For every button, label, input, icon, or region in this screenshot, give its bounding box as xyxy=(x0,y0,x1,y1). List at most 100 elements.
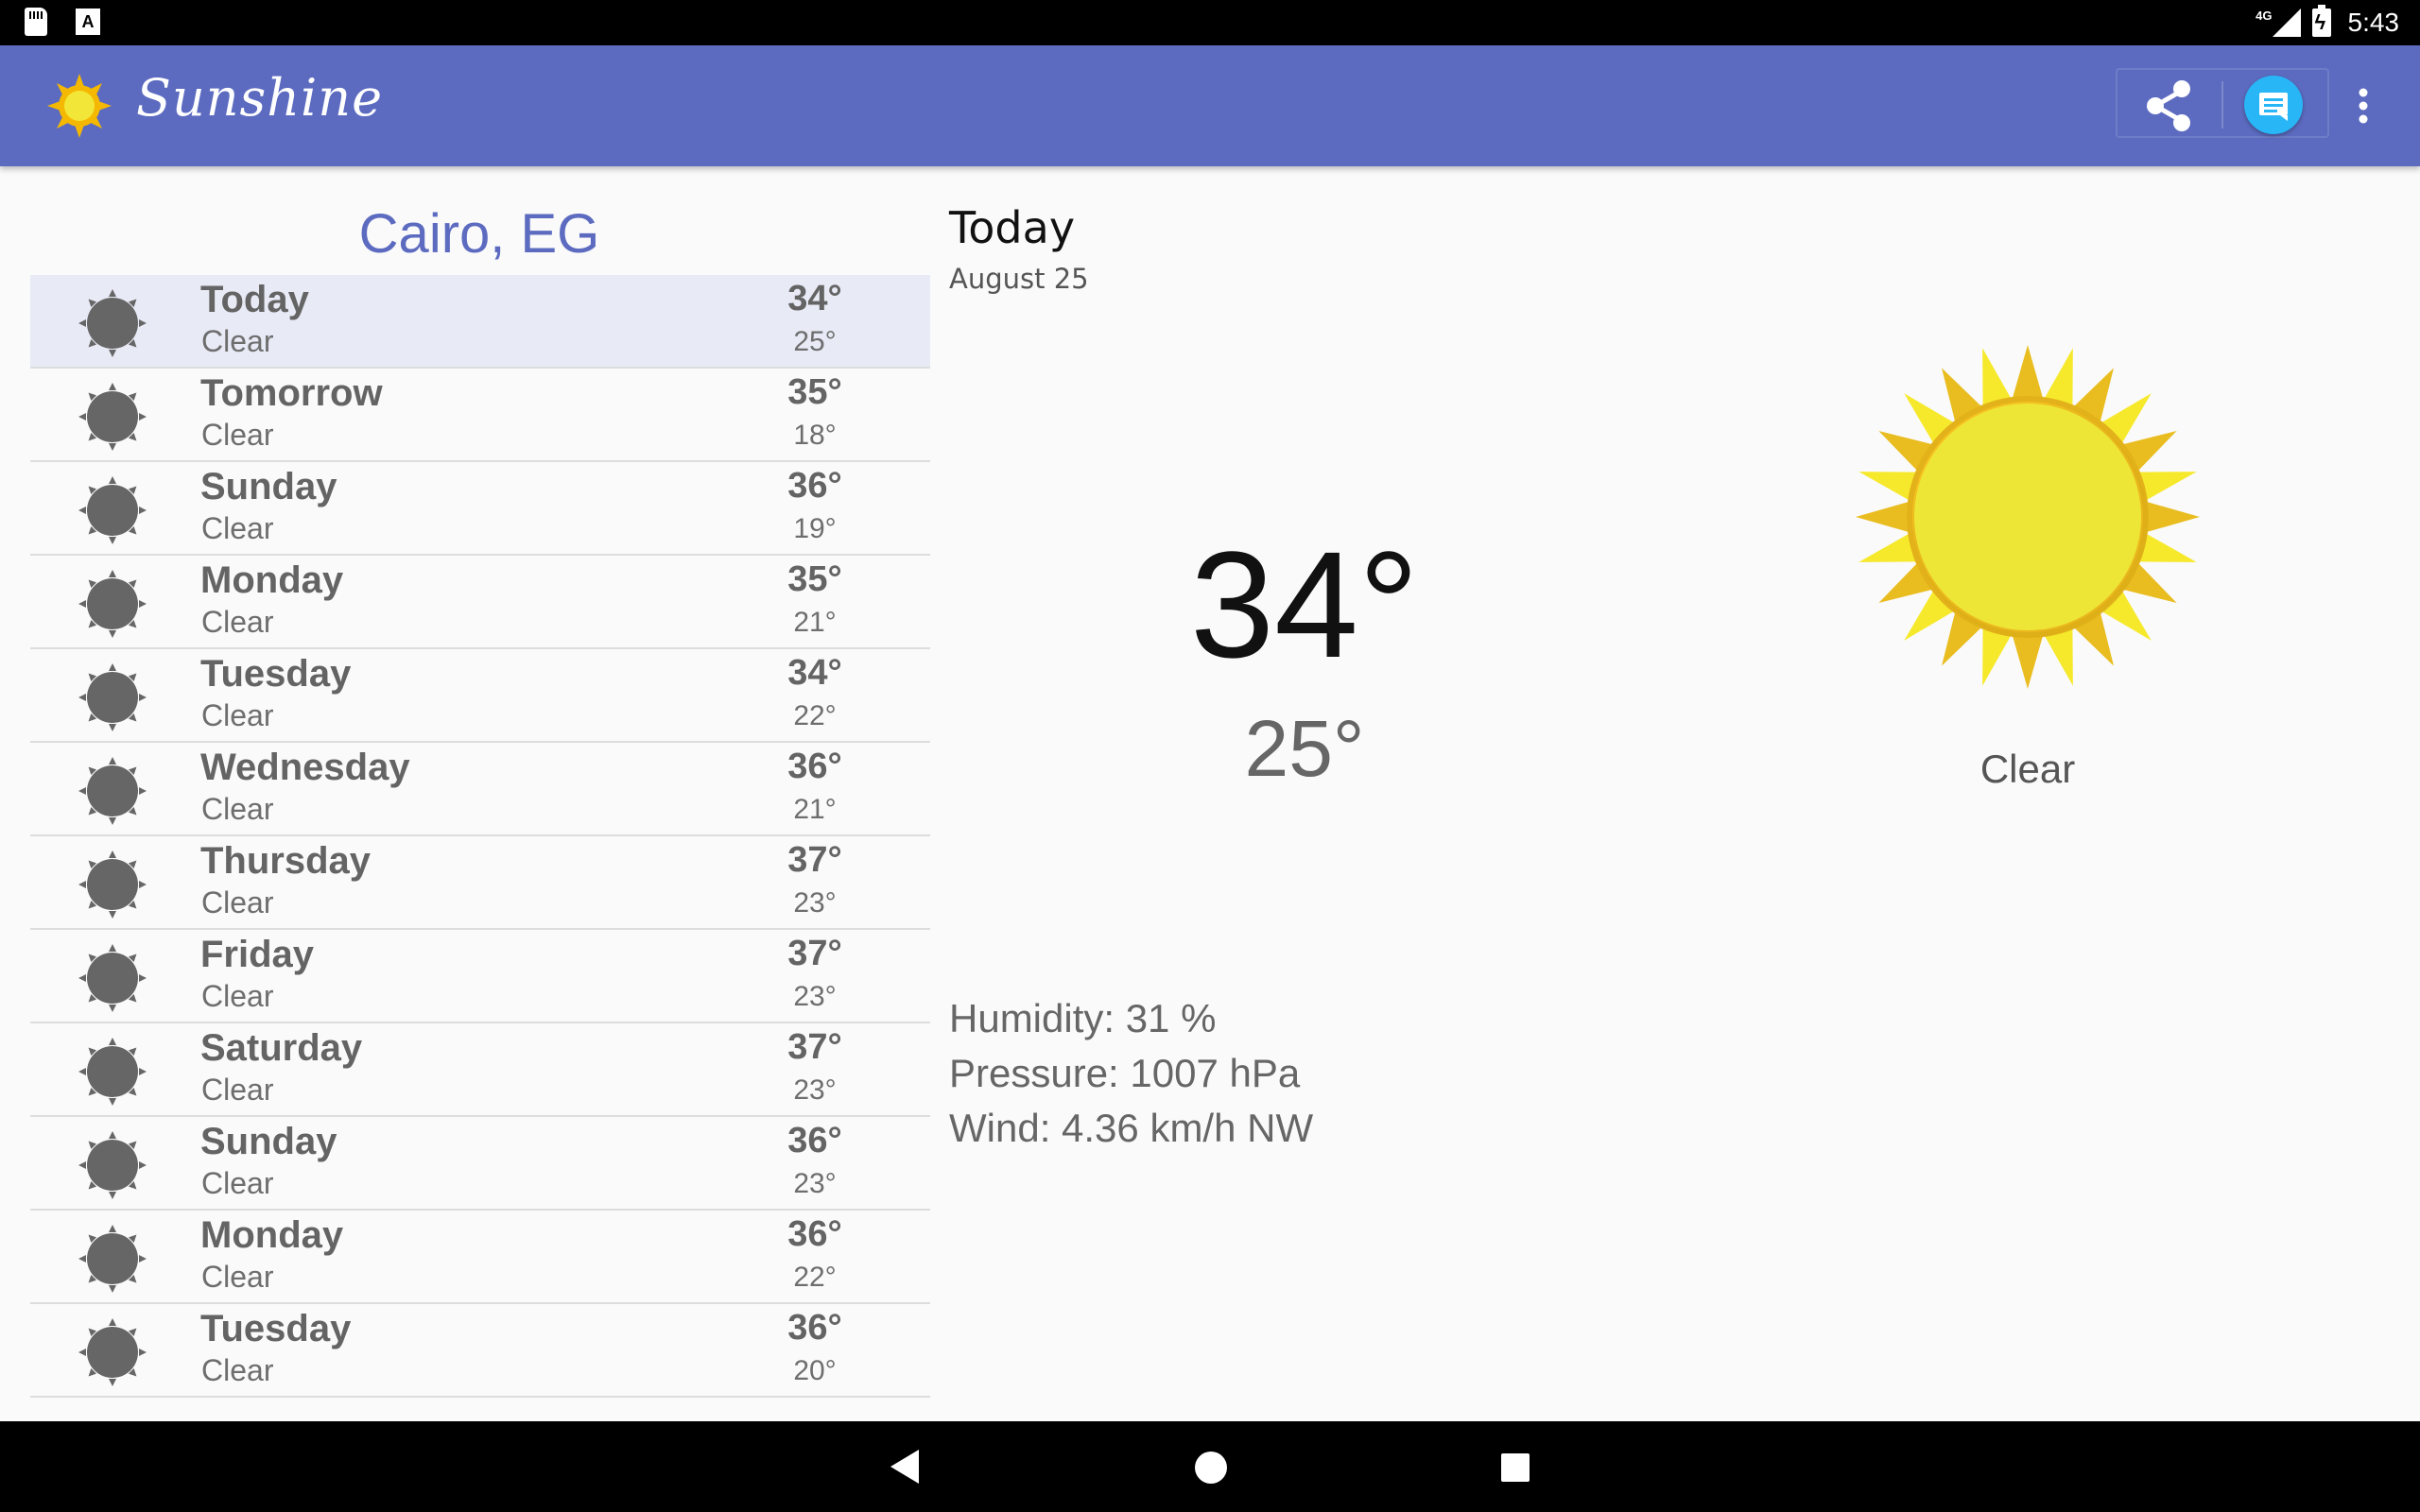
forecast-description: Clear xyxy=(201,511,274,545)
forecast-row[interactable]: Friday Clear 37° 23° xyxy=(30,930,930,1023)
sun-logo-icon xyxy=(47,74,112,138)
forecast-high: 36° xyxy=(787,747,842,786)
forecast-row[interactable]: Today Clear 34° 25° xyxy=(30,275,930,369)
forecast-day: Friday xyxy=(200,934,315,975)
forecast-day: Today xyxy=(200,279,309,320)
detail-high-temp: 34° xyxy=(1190,520,1419,689)
clear-weather-icon xyxy=(78,569,147,639)
forecast-day: Saturday xyxy=(200,1027,363,1069)
message-button[interactable] xyxy=(2244,76,2303,134)
forecast-low: 22° xyxy=(793,1262,837,1293)
forecast-description: Clear xyxy=(201,418,274,452)
app-bar: Sunshine xyxy=(0,45,2420,166)
forecast-high: 36° xyxy=(787,1308,842,1348)
forecast-low: 21° xyxy=(793,607,837,638)
clear-weather-icon xyxy=(78,943,147,1013)
clear-weather-icon xyxy=(78,382,147,452)
home-icon[interactable] xyxy=(1195,1452,1227,1484)
location-title: Cairo, EG xyxy=(358,203,600,265)
forecast-description: Clear xyxy=(201,885,274,919)
forecast-high: 35° xyxy=(787,559,842,599)
clear-weather-icon xyxy=(78,756,147,826)
forecast-description: Clear xyxy=(201,792,274,826)
wind-text: Wind: 4.36 km/h NW xyxy=(949,1106,1314,1150)
forecast-row[interactable]: Wednesday Clear 36° 21° xyxy=(30,743,930,836)
back-icon[interactable] xyxy=(890,1450,919,1484)
forecast-low: 21° xyxy=(793,794,837,825)
forecast-description: Clear xyxy=(201,605,274,639)
forecast-low: 18° xyxy=(793,420,837,451)
forecast-day: Tuesday xyxy=(200,653,352,695)
navigation-bar xyxy=(0,1421,2420,1512)
clear-weather-icon xyxy=(78,662,147,732)
forecast-high: 37° xyxy=(787,1027,842,1067)
forecast-high: 34° xyxy=(787,279,842,318)
pressure-text: Pressure: 1007 hPa xyxy=(949,1051,1301,1095)
forecast-row[interactable]: Tomorrow Clear 35° 18° xyxy=(30,369,930,462)
forecast-day: Sunday xyxy=(200,1121,337,1162)
forecast-high: 35° xyxy=(787,372,842,412)
forecast-day: Tuesday xyxy=(200,1308,352,1349)
clear-weather-icon xyxy=(78,1224,147,1294)
forecast-row[interactable]: Sunday Clear 36° 19° xyxy=(30,462,930,556)
clock: 5:43 xyxy=(2347,8,2400,37)
forecast-day: Sunday xyxy=(200,466,337,507)
clear-weather-icon xyxy=(78,850,147,919)
action-divider xyxy=(2221,81,2223,129)
forecast-row[interactable]: Tuesday Clear 34° 22° xyxy=(30,649,930,743)
forecast-row[interactable]: Tuesday Clear 36° 20° xyxy=(30,1304,930,1398)
forecast-description: Clear xyxy=(201,1353,274,1387)
forecast-high: 37° xyxy=(787,840,842,880)
app-title: Sunshine xyxy=(136,68,384,128)
recents-icon[interactable] xyxy=(1501,1453,1530,1482)
forecast-day: Monday xyxy=(200,559,344,601)
forecast-low: 23° xyxy=(793,981,837,1012)
clear-weather-icon xyxy=(78,288,147,358)
detail-day: Today xyxy=(949,202,1076,253)
forecast-description: Clear xyxy=(201,1073,274,1107)
detail-low-temp: 25° xyxy=(1244,704,1365,793)
forecast-day: Thursday xyxy=(200,840,372,882)
detail-description: Clear xyxy=(1979,747,2076,791)
clear-weather-icon xyxy=(78,1317,147,1387)
clear-weather-icon xyxy=(78,1130,147,1200)
forecast-description: Clear xyxy=(201,698,274,732)
clear-weather-icon xyxy=(78,1037,147,1107)
forecast-high: 36° xyxy=(787,466,842,506)
humidity-text: Humidity: 31 % xyxy=(949,996,1217,1040)
forecast-row[interactable]: Thursday Clear 37° 23° xyxy=(30,836,930,930)
clear-weather-icon xyxy=(78,475,147,545)
forecast-high: 37° xyxy=(787,934,842,973)
signal-icon xyxy=(2272,9,2301,37)
forecast-low: 23° xyxy=(793,887,837,919)
forecast-row[interactable]: Saturday Clear 37° 23° xyxy=(30,1023,930,1117)
forecast-high: 36° xyxy=(787,1214,842,1254)
forecast-row[interactable]: Sunday Clear 36° 23° xyxy=(30,1117,930,1211)
forecast-row[interactable]: Monday Clear 35° 21° xyxy=(30,556,930,649)
forecast-description: Clear xyxy=(201,979,274,1013)
forecast-low: 20° xyxy=(793,1355,837,1386)
text-app-icon: A xyxy=(76,9,100,35)
clear-sun-icon xyxy=(1856,345,2200,689)
forecast-low: 19° xyxy=(793,513,837,544)
forecast-low: 22° xyxy=(793,700,837,731)
share-icon[interactable] xyxy=(2138,79,2199,132)
forecast-description: Clear xyxy=(201,1260,274,1294)
forecast-low: 23° xyxy=(793,1168,837,1199)
message-icon xyxy=(2259,93,2288,121)
forecast-description: Clear xyxy=(201,324,274,358)
forecast-day: Monday xyxy=(200,1214,344,1256)
network-type: 4G xyxy=(2256,8,2273,23)
forecast-low: 25° xyxy=(793,326,837,357)
forecast-high: 36° xyxy=(787,1121,842,1160)
forecast-row[interactable]: Monday Clear 36° 22° xyxy=(30,1211,930,1304)
forecast-low: 23° xyxy=(793,1074,837,1106)
detail-date: August 25 xyxy=(949,263,1089,295)
forecast-high: 34° xyxy=(787,653,842,693)
battery-charging-icon xyxy=(2311,5,2331,37)
sd-card-icon xyxy=(25,8,47,36)
forecast-description: Clear xyxy=(201,1166,274,1200)
overflow-menu-icon[interactable] xyxy=(2348,79,2378,132)
status-bar: A 4G 5:43 xyxy=(0,0,2420,45)
forecast-list: Today Clear 34° 25° Tomorrow Clear 35° 18° Sunda… xyxy=(30,275,930,1398)
